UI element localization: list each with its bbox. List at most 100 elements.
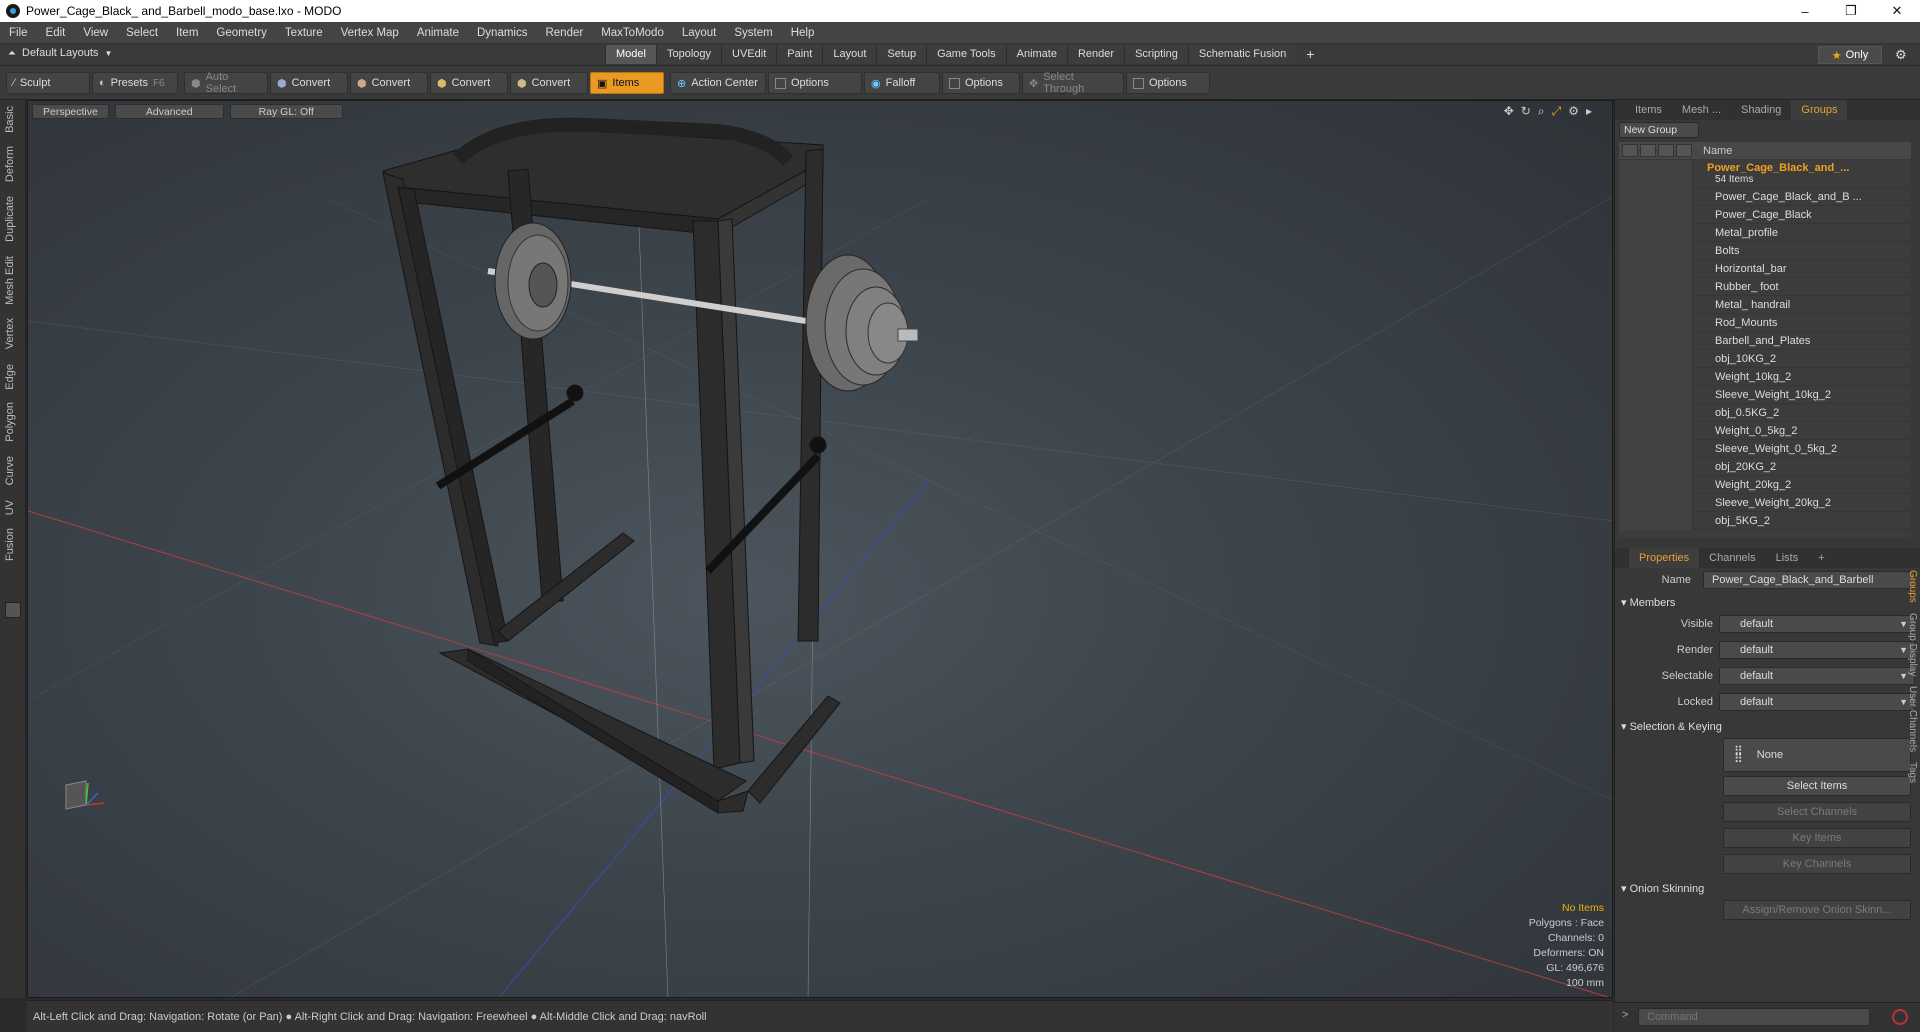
add-tab-button[interactable]: + [1296,45,1324,64]
3d-viewport[interactable]: Perspective Advanced Ray GL: Off ✥ ↻ ⌕ ⤢… [27,100,1613,998]
list-item[interactable]: obj_10KG_2 [1619,349,1911,368]
menu-texture[interactable]: Texture [276,27,332,39]
vtab-tags[interactable]: Tags [1907,762,1918,783]
list-item[interactable]: obj_5KG_2 [1619,511,1911,530]
tab-channels[interactable]: Channels [1699,548,1765,568]
name-field[interactable]: Power_Cage_Black_and_Barbell [1703,571,1915,589]
lock-icon[interactable] [1658,144,1674,157]
record-macro-icon[interactable] [1892,1009,1908,1025]
list-item[interactable]: Power_Cage_Black [1619,205,1911,224]
assign-onion-button[interactable]: Assign/Remove Onion Skinn... [1723,900,1911,920]
select-options-button[interactable]: Options [1126,72,1210,94]
menu-select[interactable]: Select [117,27,167,39]
close-button[interactable]: ✕ [1874,0,1920,22]
tab-fusion[interactable]: Fusion [4,528,16,561]
list-item[interactable]: Horizontal_bar [1619,259,1911,278]
tab-scripting[interactable]: Scripting [1124,45,1188,64]
render-icon[interactable] [1640,144,1656,157]
fit-icon[interactable]: ⤢ [1552,104,1562,119]
list-item[interactable]: Power_Cage_Black_and_B ... [1619,187,1911,206]
menu-dynamics[interactable]: Dynamics [468,27,536,39]
tab-polygon[interactable]: Polygon [4,402,16,442]
tab-vertex[interactable]: Vertex [4,318,16,349]
items-mode-button[interactable]: ▣ Items [590,72,664,94]
rotate-icon[interactable]: ↻ [1521,104,1531,119]
gear-icon[interactable]: ⚙ [1895,47,1907,63]
tab-setup[interactable]: Setup [876,45,927,64]
tab-curve[interactable]: Curve [4,456,16,485]
auto-select-button[interactable]: ⬢ Auto Select [184,71,268,95]
select-channels-button[interactable]: Select Channels [1723,802,1911,822]
list-item[interactable]: Sleeve_Weight_20kg_2 [1619,493,1911,512]
tab-topology[interactable]: Topology [655,45,722,64]
list-item[interactable]: Sleeve_Weight_10kg_2 [1619,385,1911,404]
eye-icon[interactable] [1622,144,1638,157]
tab-deform[interactable]: Deform [4,146,16,182]
menu-system[interactable]: System [725,27,781,39]
zoom-icon[interactable]: ⌕ [1538,104,1545,119]
tab-uvedit[interactable]: UVEdit [721,45,777,64]
vtab-group-display[interactable]: Group Display [1907,613,1918,676]
visible-select[interactable]: default ▼ [1719,615,1915,633]
list-item[interactable]: Sleeve_Weight_0_5kg_2 [1619,439,1911,458]
select-icon[interactable] [1676,144,1692,157]
list-item[interactable]: Weight_20kg_2 [1619,475,1911,494]
none-preset-button[interactable]: ⠿ ⠿ None [1723,738,1911,772]
selection-keying-section[interactable]: ▾ Selection & Keying [1621,720,1722,733]
tab-properties[interactable]: Properties [1629,548,1700,568]
tab-paint[interactable]: Paint [776,45,823,64]
convert-edges-button[interactable]: ⬢ Convert [350,72,428,94]
tool-toggle-button[interactable] [5,602,21,618]
falloff-button[interactable]: ◉ Falloff [864,72,940,94]
tab-uv[interactable]: UV [4,500,16,515]
tab-animate[interactable]: Animate [1005,45,1067,64]
tab-lists[interactable]: Lists [1766,548,1809,568]
menu-layout[interactable]: Layout [673,27,726,39]
viewport-menu-icon[interactable]: ▸ [1586,104,1592,119]
menu-vertex-map[interactable]: Vertex Map [332,27,408,39]
tab-duplicate[interactable]: Duplicate [4,196,16,242]
list-item[interactable]: Rubber_ foot [1619,277,1911,296]
action-center-options-button[interactable]: Options [768,72,862,94]
select-through-button[interactable]: ✥ Select Through [1022,71,1124,95]
list-item[interactable]: Rod_Mounts [1619,313,1911,332]
tab-game-tools[interactable]: Game Tools [926,45,1006,64]
list-item[interactable]: Bolts [1619,241,1911,260]
onion-skinning-section[interactable]: ▾ Onion Skinning [1621,882,1704,895]
vtab-groups[interactable]: Groups [1907,570,1918,603]
locked-select[interactable]: default ▼ [1719,693,1915,711]
shading-mode-button[interactable]: Advanced [114,104,224,119]
view-type-button[interactable]: Perspective [32,104,109,119]
tab-mesh[interactable]: Mesh ... [1672,100,1731,120]
list-item[interactable]: obj_20KG_2 [1619,457,1911,476]
list-item[interactable]: obj_0.5KG_2 [1619,403,1911,422]
command-input[interactable] [1638,1008,1870,1026]
layout-selector[interactable]: ⏶ Default Layouts ▼ [8,47,112,59]
list-item[interactable]: Metal_ handrail [1619,295,1911,314]
menu-help[interactable]: Help [782,27,824,39]
viewport-gear-icon[interactable]: ⚙ [1568,104,1579,119]
menu-file[interactable]: File [0,27,37,39]
vtab-user-channels[interactable]: User Channels [1907,686,1918,752]
list-item[interactable]: Barbell_and_Plates [1619,331,1911,350]
pan-icon[interactable]: ✥ [1504,104,1514,119]
tab-groups[interactable]: Groups [1791,100,1848,120]
tab-schematic-fusion[interactable]: Schematic Fusion [1187,45,1297,64]
key-channels-button[interactable]: Key Channels [1723,854,1911,874]
tab-mesh-edit[interactable]: Mesh Edit [4,256,16,305]
members-section[interactable]: ▾ Members [1621,596,1675,609]
action-center-button[interactable]: ⊕ Action Center [670,72,766,94]
name-column-header[interactable]: Name [1693,145,1732,157]
convert-materials-button[interactable]: ⬢ Convert [510,72,588,94]
menu-edit[interactable]: Edit [37,27,75,39]
menu-view[interactable]: View [74,27,117,39]
tab-shading[interactable]: Shading [1731,100,1791,120]
new-group-button[interactable]: New Group [1619,122,1699,138]
convert-vertices-button[interactable]: ⬢ Convert [270,72,348,94]
select-items-button[interactable]: Select Items [1723,776,1911,796]
tab-layout[interactable]: Layout [822,45,877,64]
minimize-button[interactable]: – [1782,0,1828,22]
restore-button[interactable]: ❐ [1828,0,1874,22]
raygl-button[interactable]: Ray GL: Off [229,104,343,119]
key-items-button[interactable]: Key Items [1723,828,1911,848]
